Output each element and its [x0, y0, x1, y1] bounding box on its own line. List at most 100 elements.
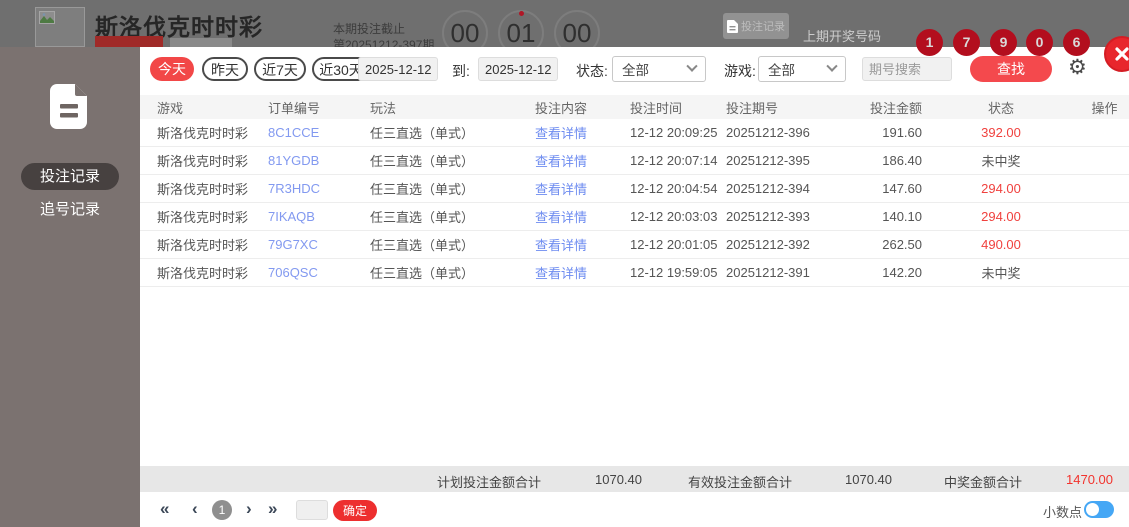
table-header-row: 游戏 订单编号 玩法 投注内容 投注时间 投注期号 投注金额 状态 操作	[140, 95, 1129, 119]
records-button-dimmed: 投注记录	[723, 13, 789, 39]
order-link[interactable]: 7R3HDC	[268, 181, 370, 196]
table-row: 斯洛伐克时时彩 7IKAQB 任三直选（单式） 查看详情 12-12 20:03…	[140, 203, 1129, 231]
range-7days-button[interactable]: 近7天	[254, 57, 306, 81]
planned-total-label: 计划投注金额合计	[437, 475, 542, 490]
cell-time: 12-12 20:07:14	[630, 153, 718, 168]
broken-image-placeholder	[35, 7, 85, 47]
status-badge: 未中奖	[981, 266, 1021, 281]
sidebar-item-betting-records[interactable]: 投注记录	[21, 163, 119, 190]
win-total-label: 中奖金额合计	[944, 475, 1023, 490]
win-total-value: 1470.00	[1066, 472, 1113, 487]
header-tab-stub-active	[95, 36, 163, 47]
game-select[interactable]: 全部	[758, 56, 846, 82]
chevron-down-icon	[826, 60, 838, 72]
valid-total-label: 有效投注金额合计	[688, 475, 793, 490]
broken-image-icon	[39, 11, 55, 24]
valid-total-value: 1070.40	[845, 472, 892, 487]
prev-page-button[interactable]: ‹	[192, 499, 198, 519]
col-header-time: 投注时间	[630, 100, 683, 116]
betting-records-modal: 今天 昨天 近7天 近30天 到: 状态: 全部 游戏: 全部 查找 ⚙ 游戏 …	[140, 47, 1129, 527]
pagination-bar: « ‹ 1 › » 确定 小数点	[140, 492, 1129, 527]
view-detail-link[interactable]: 查看详情	[535, 179, 630, 198]
cell-game: 斯洛伐克时时彩	[157, 154, 249, 169]
table-row: 斯洛伐克时时彩 8C1CCE 任三直选（单式） 查看详情 12-12 20:09…	[140, 119, 1129, 147]
col-header-action: 操作	[1091, 100, 1118, 116]
status-badge: 未中奖	[981, 154, 1021, 169]
modal-sidebar: 投注记录 追号记录	[0, 47, 140, 527]
view-detail-link[interactable]: 查看详情	[535, 263, 630, 282]
cell-game: 斯洛伐克时时彩	[157, 238, 249, 253]
col-header-play: 玩法	[370, 100, 397, 116]
chevron-down-icon	[686, 60, 698, 72]
draw-ball: 7	[953, 29, 980, 56]
cell-play: 任三直选（单式）	[370, 238, 475, 253]
last-page-button[interactable]: »	[268, 499, 277, 519]
view-detail-link[interactable]: 查看详情	[535, 151, 630, 170]
summary-bar: 计划投注金额合计 1070.40 有效投注金额合计 1070.40 中奖金额合计…	[140, 466, 1129, 492]
decimal-toggle[interactable]	[1084, 501, 1114, 518]
to-label: 到:	[452, 63, 470, 79]
cell-time: 12-12 20:01:05	[630, 237, 718, 252]
order-link[interactable]: 7IKAQB	[268, 209, 370, 224]
cell-amount: 142.20	[882, 265, 922, 280]
date-to-input[interactable]	[478, 57, 558, 81]
status-badge: 392.00	[981, 125, 1021, 140]
order-link[interactable]: 706QSC	[268, 265, 370, 280]
col-header-status: 状态	[987, 100, 1014, 116]
decimal-toggle-label: 小数点	[1043, 505, 1083, 520]
betting-records-icon	[50, 84, 87, 129]
gear-icon[interactable]: ⚙	[1068, 55, 1087, 81]
cell-play: 任三直选（单式）	[370, 154, 475, 169]
sidebar-item-chase-records[interactable]: 追号记录	[0, 196, 140, 223]
date-from-input[interactable]	[358, 57, 438, 81]
cell-period: 20251212-391	[726, 265, 810, 280]
document-icon	[727, 19, 738, 33]
cell-play: 任三直选（单式）	[370, 126, 475, 141]
next-page-button[interactable]: ›	[246, 499, 252, 519]
page-confirm-button[interactable]: 确定	[333, 500, 377, 521]
range-yesterday-button[interactable]: 昨天	[202, 57, 248, 81]
cell-period: 20251212-392	[726, 237, 810, 252]
cell-play: 任三直选（单式）	[370, 182, 475, 197]
cell-amount: 140.10	[882, 209, 922, 224]
cell-game: 斯洛伐克时时彩	[157, 266, 249, 281]
status-badge: 294.00	[981, 209, 1021, 224]
view-detail-link[interactable]: 查看详情	[535, 123, 630, 142]
cell-amount: 262.50	[882, 237, 922, 252]
game-select-value: 全部	[768, 63, 795, 78]
view-detail-link[interactable]: 查看详情	[535, 207, 630, 226]
first-page-button[interactable]: «	[160, 499, 169, 519]
cell-play: 任三直选（单式）	[370, 210, 475, 225]
cell-period: 20251212-396	[726, 125, 810, 140]
range-today-button[interactable]: 今天	[150, 57, 194, 81]
col-header-content: 投注内容	[535, 100, 588, 116]
planned-total-value: 1070.40	[595, 472, 642, 487]
cell-amount: 191.60	[882, 125, 922, 140]
table-row: 斯洛伐克时时彩 706QSC 任三直选（单式） 查看详情 12-12 19:59…	[140, 259, 1129, 287]
order-link[interactable]: 8C1CCE	[268, 125, 370, 140]
draw-ball: 6	[1063, 29, 1090, 56]
order-link[interactable]: 79G7XC	[268, 237, 370, 252]
cell-period: 20251212-394	[726, 181, 810, 196]
period-search-input[interactable]	[862, 57, 952, 81]
table-row: 斯洛伐克时时彩 81YGDB 任三直选（单式） 查看详情 12-12 20:07…	[140, 147, 1129, 175]
game-label: 游戏:	[724, 63, 756, 79]
cell-time: 12-12 20:03:03	[630, 209, 718, 224]
status-badge: 294.00	[981, 181, 1021, 196]
cell-game: 斯洛伐克时时彩	[157, 126, 249, 141]
countdown-indicator-dot	[519, 11, 524, 16]
order-link[interactable]: 81YGDB	[268, 153, 370, 168]
current-page-badge[interactable]: 1	[212, 500, 232, 520]
status-select[interactable]: 全部	[612, 56, 706, 82]
search-button[interactable]: 查找	[970, 56, 1052, 82]
status-label: 状态:	[576, 63, 608, 79]
page-jump-input[interactable]	[296, 500, 328, 520]
draw-ball: 9	[990, 29, 1017, 56]
cell-game: 斯洛伐克时时彩	[157, 182, 249, 197]
table-row: 斯洛伐克时时彩 7R3HDC 任三直选（单式） 查看详情 12-12 20:04…	[140, 175, 1129, 203]
col-header-game: 游戏	[157, 100, 184, 116]
cell-amount: 147.60	[882, 181, 922, 196]
screen: 斯洛伐克时时彩 本期投注截止 第20251212-397期 00 01 00 投…	[0, 0, 1129, 527]
cell-period: 20251212-395	[726, 153, 810, 168]
view-detail-link[interactable]: 查看详情	[535, 235, 630, 254]
